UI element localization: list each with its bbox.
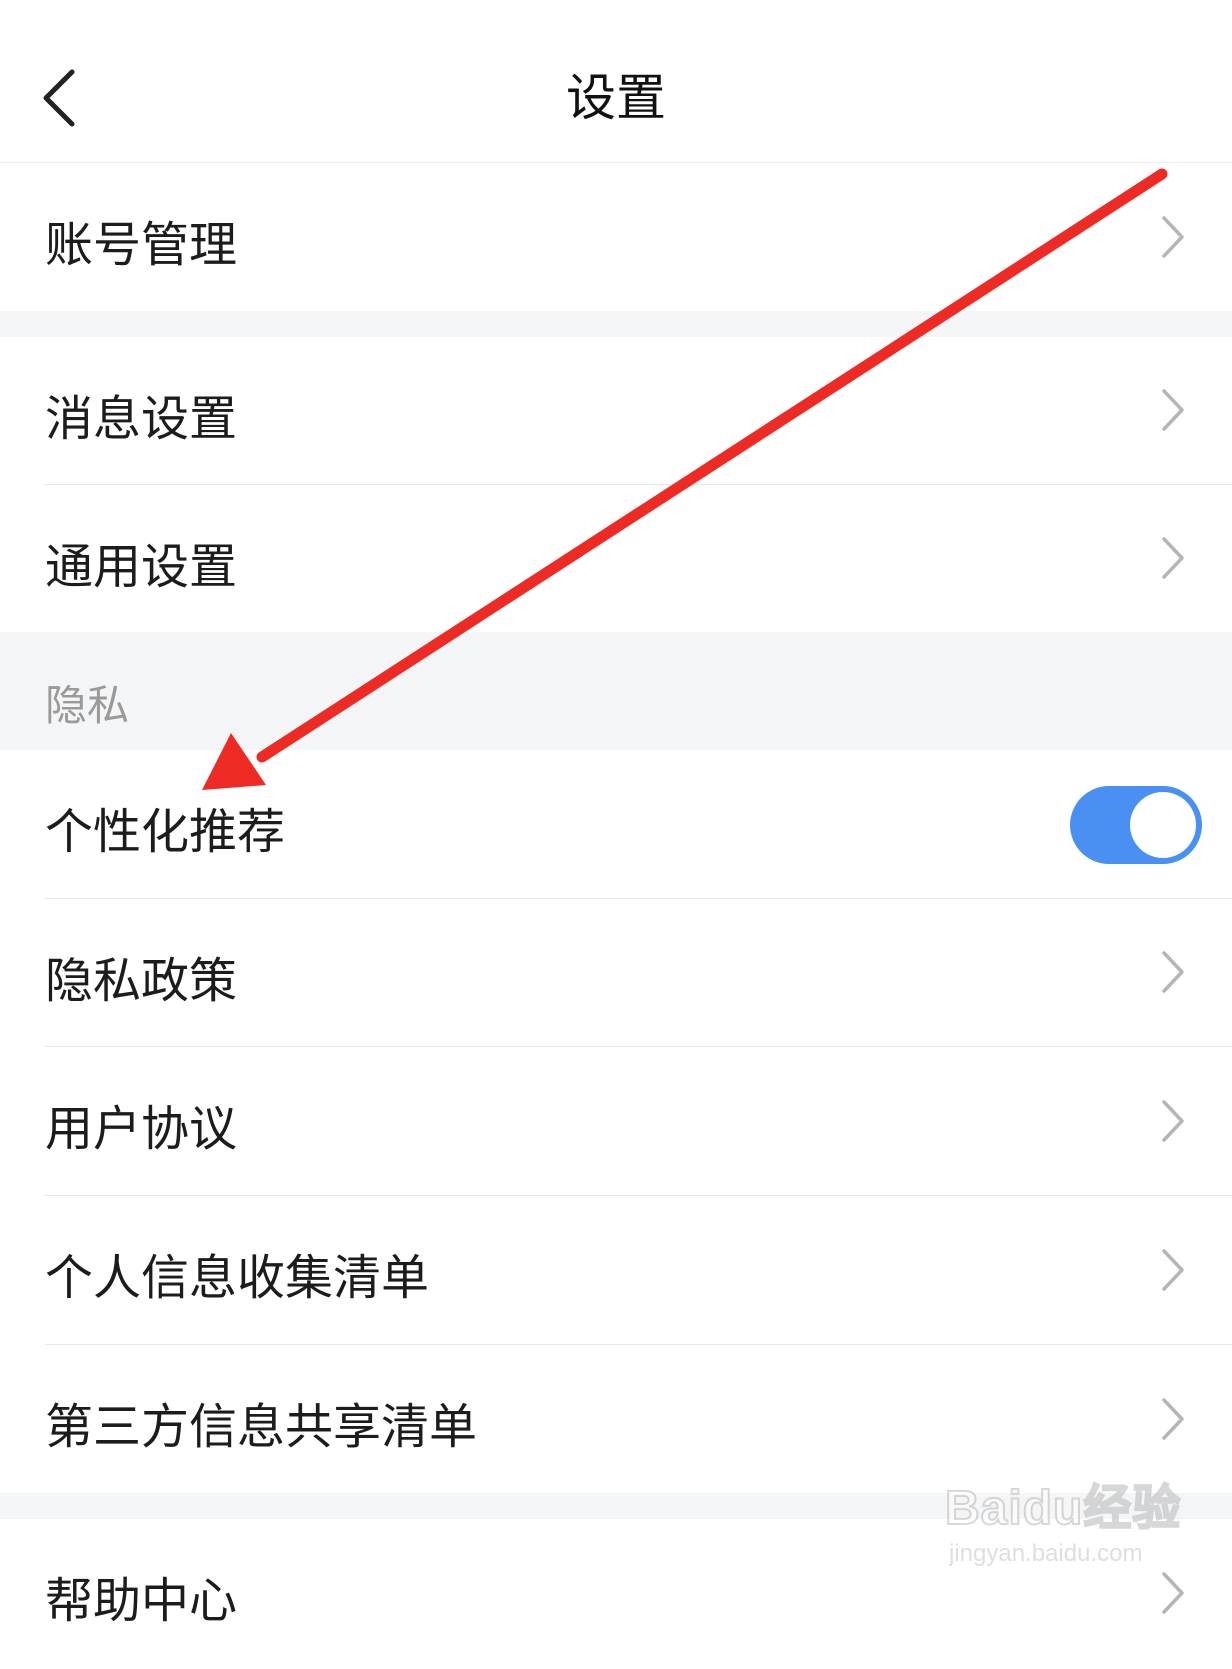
- chevron-right-icon: [1162, 1398, 1184, 1440]
- chevron-right-icon: [1162, 951, 1184, 993]
- menu-item-user-agreement[interactable]: 用户协议: [0, 1047, 1232, 1195]
- menu-item-privacy-policy[interactable]: 隐私政策: [0, 899, 1232, 1046]
- menu-item-label: 用户协议: [45, 1101, 238, 1157]
- menu-item-label: 帮助中心: [45, 1573, 238, 1629]
- watermark-brand: Baidu经验: [944, 1481, 1182, 1536]
- menu-item-label: 个人信息收集清单: [45, 1250, 430, 1306]
- baidu-jingyan-watermark: Baidu经验 jingyan.baidu.com: [944, 1468, 1185, 1578]
- toggle-knob: [1130, 792, 1196, 858]
- watermark-url: jingyan.baidu.com: [949, 1540, 1143, 1567]
- nav-bar: 设置: [0, 0, 1232, 163]
- page-title: 设置: [566, 69, 666, 127]
- menu-item-label: 隐私政策: [45, 953, 238, 1009]
- chevron-right-icon: [1162, 1249, 1184, 1291]
- menu-item-label: 第三方信息共享清单: [45, 1399, 478, 1455]
- chevron-right-icon: [1162, 216, 1184, 258]
- menu-item-personalized-recommendation: 个性化推荐: [0, 750, 1232, 898]
- menu-item-label: 消息设置: [45, 391, 238, 447]
- section-gap: [0, 311, 1232, 337]
- menu-item-account[interactable]: 账号管理: [0, 163, 1232, 311]
- menu-item-label: 个性化推荐: [45, 804, 286, 860]
- menu-item-label: 账号管理: [45, 217, 238, 273]
- chevron-right-icon: [1162, 537, 1184, 579]
- menu-item-message-settings[interactable]: 消息设置: [0, 337, 1232, 484]
- section-header-privacy: 隐私: [0, 632, 1232, 750]
- section-title: 隐私: [45, 681, 130, 730]
- chevron-right-icon: [1162, 1100, 1184, 1142]
- menu-item-personal-info-list[interactable]: 个人信息收集清单: [0, 1196, 1232, 1344]
- personalized-recommendation-toggle[interactable]: [1070, 786, 1202, 864]
- menu-item-general-settings[interactable]: 通用设置: [0, 485, 1232, 632]
- chevron-right-icon: [1162, 389, 1184, 431]
- menu-item-label: 通用设置: [45, 539, 238, 595]
